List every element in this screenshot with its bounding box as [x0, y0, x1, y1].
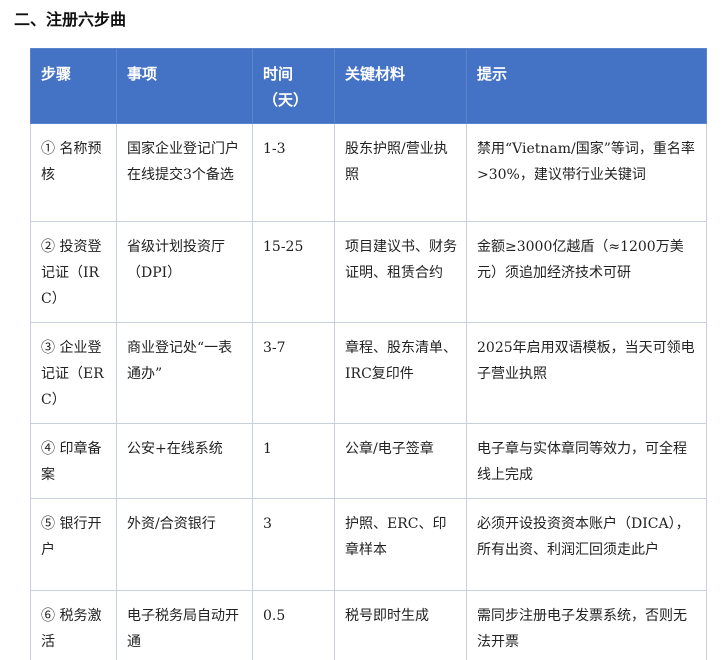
cell-time: 3-7 — [252, 322, 335, 424]
header-step: 步骤 — [30, 48, 117, 124]
cell-materials: 公章/电子签章 — [334, 423, 467, 499]
cell-step: ⑥ 税务激活 — [30, 590, 117, 660]
table-row: ⑥ 税务激活 电子税务局自动开通 0.5 税号即时生成 需同步注册电子发票系统，… — [30, 590, 707, 660]
cell-time: 1-3 — [252, 123, 335, 222]
header-materials: 关键材料 — [334, 48, 467, 124]
cell-item: 国家企业登记门户在线提交3个备选 — [116, 123, 253, 222]
table-header-row: 步骤 事项 时间（天） 关键材料 提示 — [30, 48, 707, 124]
cell-item: 公安+在线系统 — [116, 423, 253, 499]
cell-item: 省级计划投资厅（DPI） — [116, 221, 253, 323]
table-row: ① 名称预核 国家企业登记门户在线提交3个备选 1-3 股东护照/营业执照 禁用… — [30, 123, 707, 222]
cell-materials: 股东护照/营业执照 — [334, 123, 467, 222]
header-item: 事项 — [116, 48, 253, 124]
page: 二、注册六步曲 步骤 事项 时间（天） 关键材料 提示 ① 名称预核 国家企业登… — [0, 0, 724, 660]
cell-item: 外资/合资银行 — [116, 498, 253, 591]
table-row: ⑤ 银行开户 外资/合资银行 3 护照、ERC、印章样本 必须开设投资资本账户（… — [30, 498, 707, 591]
cell-time: 1 — [252, 423, 335, 499]
registration-steps-table: 步骤 事项 时间（天） 关键材料 提示 ① 名称预核 国家企业登记门户在线提交3… — [30, 48, 707, 660]
cell-tips: 必须开设投资资本账户（DICA），所有出资、利润汇回须走此户 — [466, 498, 707, 591]
header-time: 时间（天） — [252, 48, 335, 124]
cell-step: ② 投资登记证（IRC） — [30, 221, 117, 323]
cell-materials: 税号即时生成 — [334, 590, 467, 660]
cell-time: 0.5 — [252, 590, 335, 660]
cell-time: 15-25 — [252, 221, 335, 323]
cell-materials: 项目建议书、财务证明、租赁合约 — [334, 221, 467, 323]
cell-tips: 2025年启用双语模板，当天可领电子营业执照 — [466, 322, 707, 424]
cell-tips: 禁用“Vietnam/国家”等词，重名率>30%，建议带行业关键词 — [466, 123, 707, 222]
table-row: ③ 企业登记证（ERC） 商业登记处“一表通办” 3-7 章程、股东清单、IRC… — [30, 322, 707, 424]
cell-tips: 电子章与实体章同等效力，可全程线上完成 — [466, 423, 707, 499]
cell-materials: 护照、ERC、印章样本 — [334, 498, 467, 591]
cell-step: ④ 印章备案 — [30, 423, 117, 499]
cell-tips: 金额≥3000亿越盾（≈1200万美元）须追加经济技术可研 — [466, 221, 707, 323]
cell-tips: 需同步注册电子发票系统，否则无法开票 — [466, 590, 707, 660]
cell-step: ③ 企业登记证（ERC） — [30, 322, 117, 424]
header-tips: 提示 — [466, 48, 707, 124]
cell-step: ① 名称预核 — [30, 123, 117, 222]
cell-time: 3 — [252, 498, 335, 591]
cell-item: 商业登记处“一表通办” — [116, 322, 253, 424]
cell-materials: 章程、股东清单、IRC复印件 — [334, 322, 467, 424]
section-heading: 二、注册六步曲 — [14, 10, 127, 29]
cell-step: ⑤ 银行开户 — [30, 498, 117, 591]
table-row: ② 投资登记证（IRC） 省级计划投资厅（DPI） 15-25 项目建议书、财务… — [30, 221, 707, 323]
table-row: ④ 印章备案 公安+在线系统 1 公章/电子签章 电子章与实体章同等效力，可全程… — [30, 423, 707, 499]
cell-item: 电子税务局自动开通 — [116, 590, 253, 660]
